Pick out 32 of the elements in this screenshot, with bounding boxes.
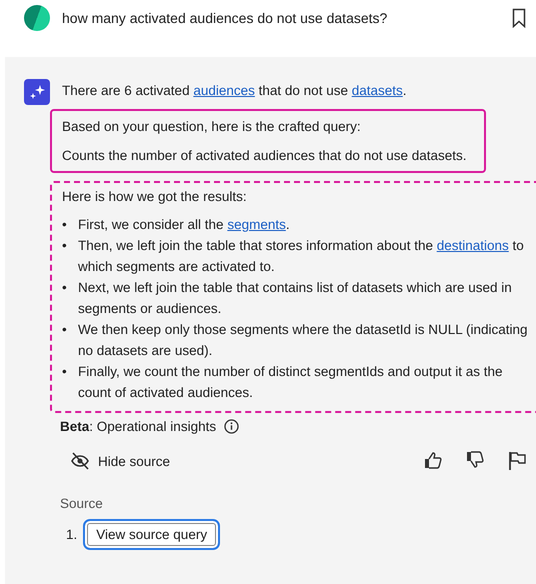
link[interactable]: datasets bbox=[352, 83, 403, 98]
thumbs-down-icon[interactable] bbox=[466, 451, 484, 469]
step-item: Next, we left join the table that contains list of datasets which are used in segments or audiences. bbox=[78, 279, 513, 318]
step-item: Then, we left join the table that stores information about the destinations to which segments are activated to. bbox=[78, 237, 525, 276]
query-description: Counts the number of activated audiences that do not use datasets. bbox=[62, 148, 468, 163]
link[interactable]: segments bbox=[227, 217, 286, 232]
steps-heading: Here is how we got the results: bbox=[62, 189, 248, 204]
bullet: • bbox=[62, 321, 68, 339]
thumbs-up-icon[interactable] bbox=[424, 451, 442, 469]
bookmark-icon[interactable] bbox=[512, 8, 526, 28]
question-text: how many activated audiences do not use datasets? bbox=[62, 10, 388, 26]
view-source-query-button[interactable]: View source query bbox=[83, 519, 220, 550]
flag-icon[interactable] bbox=[508, 451, 526, 471]
source-label: Source bbox=[60, 496, 104, 511]
bullet: • bbox=[62, 237, 68, 255]
hide-source-button[interactable]: Hide source bbox=[50, 448, 178, 474]
beta-label: Beta: Operational insights bbox=[60, 419, 216, 434]
list-number: 1. bbox=[66, 527, 78, 542]
sparkle-icon bbox=[24, 79, 50, 105]
bullet: • bbox=[62, 279, 68, 297]
link[interactable]: audiences bbox=[193, 83, 255, 98]
info-icon[interactable] bbox=[224, 419, 240, 434]
eye-slash-icon bbox=[70, 452, 90, 470]
query-heading: Based on your question, here is the crafted query: bbox=[62, 119, 362, 134]
bullet: • bbox=[62, 363, 68, 381]
link[interactable]: destinations bbox=[436, 238, 509, 253]
step-item: First, we consider all the segments. bbox=[78, 216, 291, 234]
user-avatar bbox=[24, 5, 50, 31]
bullet: • bbox=[62, 216, 68, 234]
step-item: We then keep only those segments where the datasetId is NULL (indicating no datasets are used). bbox=[78, 321, 528, 360]
answer-text: There are 6 activated audiences that do not use datasets. bbox=[62, 83, 407, 98]
step-item: Finally, we count the number of distinct segmentIds and output it as the count of activated audiences. bbox=[78, 363, 504, 402]
